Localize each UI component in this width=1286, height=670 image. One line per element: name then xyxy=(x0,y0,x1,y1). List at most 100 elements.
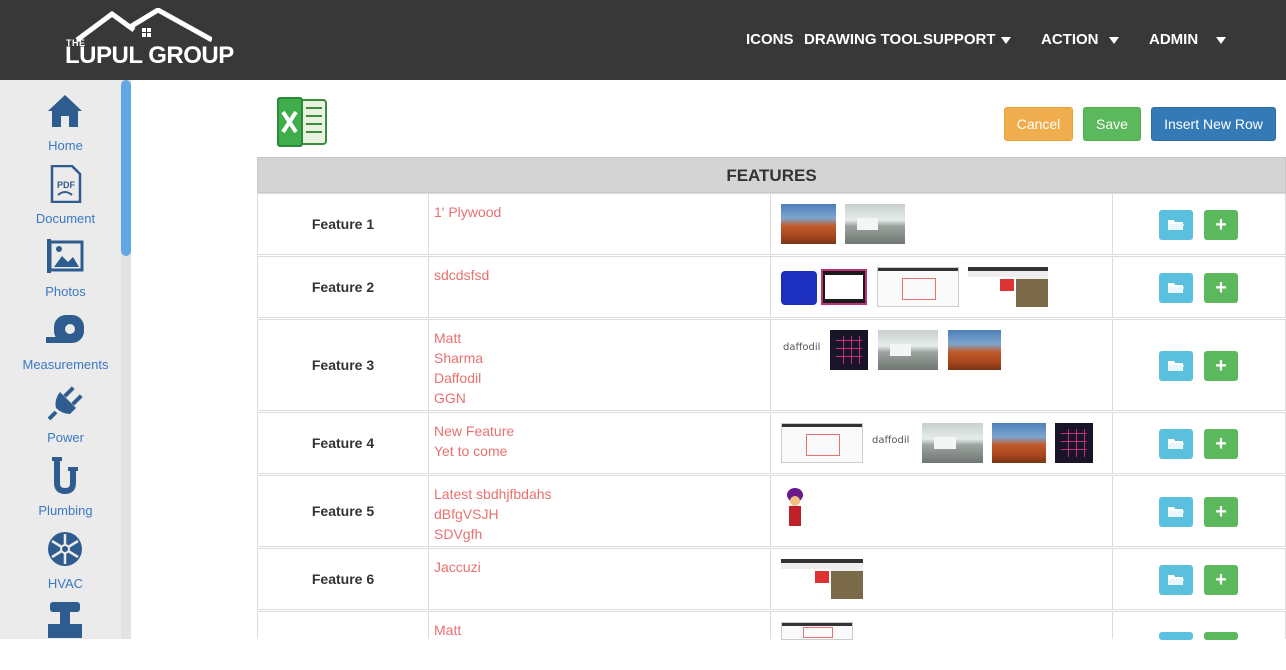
image-thumbnail[interactable] xyxy=(845,204,905,244)
plus-icon: + xyxy=(1215,213,1227,236)
folder-button[interactable] xyxy=(1159,565,1193,595)
folder-icon xyxy=(1168,439,1184,449)
image-thumbnail[interactable]: daffodil xyxy=(781,330,823,370)
nav-admin[interactable]: ADMIN xyxy=(1149,31,1198,48)
image-thumbnail[interactable] xyxy=(781,204,836,244)
sidebar-item-label: Photos xyxy=(45,284,86,299)
image-thumbnail[interactable] xyxy=(781,423,863,463)
feature-value: 1' Plywood xyxy=(434,204,502,220)
image-thumbnail[interactable] xyxy=(992,423,1046,463)
snowflake-icon xyxy=(48,532,82,566)
feature-images xyxy=(771,612,1113,640)
support-caret-icon[interactable] xyxy=(1001,37,1011,44)
sidebar-item-label: Measurements xyxy=(22,357,109,372)
sidebar-item-power[interactable]: Power xyxy=(0,384,121,454)
table-row: Feature 6 Jaccuzi + xyxy=(257,548,1286,610)
nav-drawing-tool[interactable]: DRAWING TOOL xyxy=(804,31,922,48)
sidebar-item-home[interactable]: Home xyxy=(0,92,121,162)
appliance-icon xyxy=(48,602,82,638)
row-actions: + xyxy=(1113,413,1286,473)
feature-value: dBfgVSJH xyxy=(434,506,499,522)
image-thumbnail[interactable] xyxy=(877,267,959,307)
image-thumbnail[interactable] xyxy=(781,622,853,640)
feature-value: GGN xyxy=(434,390,466,406)
house-roof-icon xyxy=(75,8,212,42)
folder-button[interactable] xyxy=(1159,351,1193,381)
folder-button[interactable] xyxy=(1159,273,1193,303)
sidebar: Home PDF Document Photos Measurements Po… xyxy=(0,80,131,639)
feature-values: Matt Sharma Daffodil GGN xyxy=(429,320,771,410)
row-actions: + xyxy=(1113,194,1286,254)
image-thumbnail[interactable] xyxy=(1055,423,1093,463)
sidebar-item-document[interactable]: PDF Document xyxy=(0,165,121,235)
folder-icon xyxy=(1168,507,1184,517)
home-icon xyxy=(48,95,82,127)
add-button[interactable]: + xyxy=(1204,497,1238,527)
feature-images xyxy=(771,194,1113,254)
daffodil-logo-text: daffodil xyxy=(783,342,821,353)
sidebar-item-label: HVAC xyxy=(47,576,84,591)
plug-icon xyxy=(47,386,83,421)
add-button[interactable]: + xyxy=(1204,429,1238,459)
feature-name: Feature 4 xyxy=(258,413,429,473)
image-thumbnail[interactable] xyxy=(968,267,1048,307)
sidebar-item-appliance[interactable] xyxy=(0,600,121,670)
folder-button[interactable] xyxy=(1159,210,1193,240)
image-thumbnail[interactable]: daffodil xyxy=(870,423,914,463)
sidebar-item-plumbing[interactable]: Plumbing xyxy=(0,457,121,527)
image-thumbnail[interactable] xyxy=(830,330,868,370)
feature-images: daffodil xyxy=(771,413,1113,473)
feature-value: SDVgfh xyxy=(434,526,483,542)
table-row: Feature 2 sdcdsfsd + xyxy=(257,256,1286,318)
add-button[interactable]: + xyxy=(1204,565,1238,595)
feature-name: Feature 6 xyxy=(258,549,429,609)
row-actions: + xyxy=(1113,476,1286,546)
sidebar-item-label: Document xyxy=(35,211,96,226)
folder-button[interactable] xyxy=(1159,429,1193,459)
feature-value: Matt xyxy=(434,330,462,346)
image-thumbnail[interactable] xyxy=(948,330,1001,370)
photos-icon xyxy=(47,239,84,273)
nav-action[interactable]: ACTION xyxy=(1041,31,1099,48)
row-actions xyxy=(1113,612,1286,640)
lupul-group-logo[interactable]: THE LUPUL GROUP xyxy=(64,8,234,70)
add-button[interactable]: + xyxy=(1204,273,1238,303)
row-actions: + xyxy=(1113,549,1286,609)
folder-icon xyxy=(1168,220,1184,230)
plus-icon: + xyxy=(1215,354,1227,377)
folder-button[interactable] xyxy=(1159,497,1193,527)
cancel-button[interactable]: Cancel xyxy=(1004,107,1073,141)
pipe-icon xyxy=(52,457,78,495)
image-thumbnail[interactable] xyxy=(878,330,938,370)
feature-values: New Feature Yet to come xyxy=(429,413,771,473)
add-button[interactable]: + xyxy=(1204,210,1238,240)
feature-images xyxy=(771,549,1113,609)
add-button[interactable]: + xyxy=(1204,351,1238,381)
image-thumbnail[interactable] xyxy=(922,423,983,463)
nav-support[interactable]: SUPPORT xyxy=(923,31,996,48)
feature-value: Matt xyxy=(434,622,462,638)
save-button[interactable]: Save xyxy=(1083,107,1141,141)
top-navbar: THE LUPUL GROUP ICONS DRAWING TOOL SUPPO… xyxy=(0,0,1286,80)
excel-export-icon[interactable] xyxy=(276,96,328,148)
admin-caret-icon[interactable] xyxy=(1216,37,1226,44)
feature-values: sdcdsfsd xyxy=(429,257,771,317)
sidebar-item-photos[interactable]: Photos xyxy=(0,238,121,308)
action-caret-icon[interactable] xyxy=(1109,37,1119,44)
feature-value: Jaccuzi xyxy=(434,559,481,575)
image-thumbnail[interactable] xyxy=(781,486,811,528)
plus-icon: + xyxy=(1215,432,1227,455)
image-thumbnail[interactable] xyxy=(781,559,863,599)
plus-icon: + xyxy=(1215,500,1227,523)
feature-values: Latest sbdhjfbdahs dBfgVSJH SDVgfh xyxy=(429,476,771,546)
sidebar-scrollbar-thumb[interactable] xyxy=(121,80,131,256)
image-thumbnail[interactable] xyxy=(781,267,868,307)
plus-icon: + xyxy=(1215,276,1227,299)
sidebar-item-measurements[interactable]: Measurements xyxy=(0,311,121,381)
sidebar-item-label: Plumbing xyxy=(38,503,93,518)
insert-new-row-button[interactable]: Insert New Row xyxy=(1151,107,1276,141)
nav-icons[interactable]: ICONS xyxy=(746,31,794,48)
svg-text:PDF: PDF xyxy=(57,180,76,190)
sidebar-item-hvac[interactable]: HVAC xyxy=(0,530,121,600)
feature-name: Feature 1 xyxy=(258,194,429,254)
